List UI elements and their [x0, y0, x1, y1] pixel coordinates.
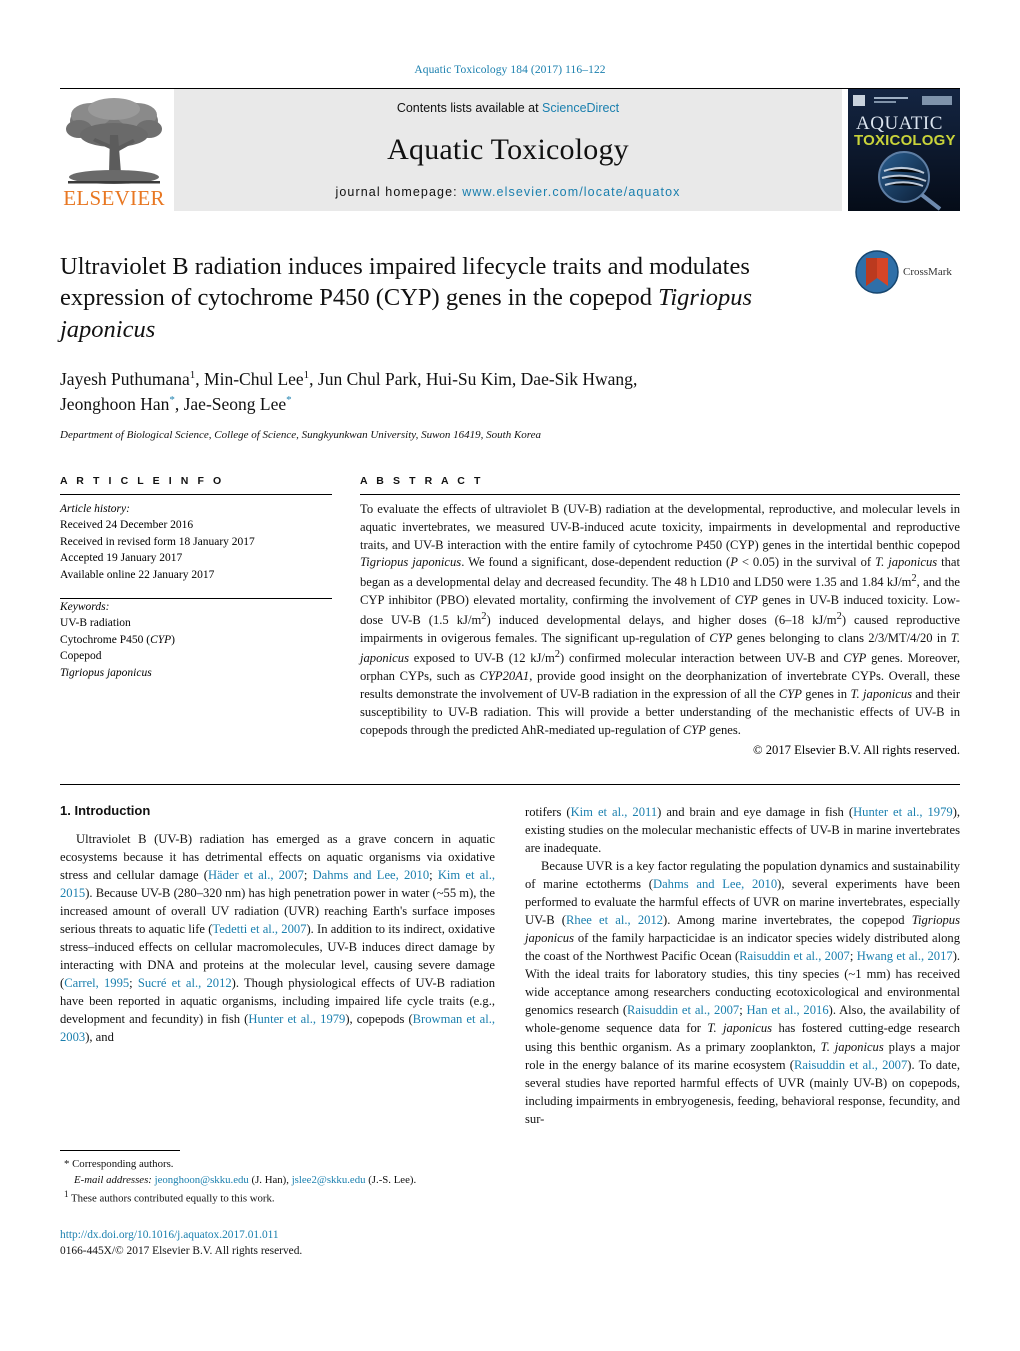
article-history-label: Article history: — [60, 502, 130, 515]
journal-masthead: ELSEVIER Contents lists available at Sci… — [60, 89, 960, 211]
crossmark-badge[interactable]: CrossMark — [855, 245, 960, 299]
svg-text:TOXICOLOGY: TOXICOLOGY — [854, 132, 956, 149]
issn-copyright: 0166-445X/© 2017 Elsevier B.V. All right… — [60, 1244, 303, 1257]
email-link-han[interactable]: jeonghoon@skku.edu — [155, 1174, 249, 1186]
body-columns: 1. Introduction Ultraviolet B (UV-B) rad… — [60, 803, 960, 1128]
abstract-text: To evaluate the effects of ultraviolet B… — [360, 501, 961, 737]
info-abstract-row: A R T I C L E I N F O Article history: R… — [60, 475, 960, 758]
article-history-line-1: Received in revised form 18 January 2017 — [60, 535, 255, 548]
elsevier-tree-icon — [66, 98, 162, 184]
footnote-rule — [60, 1150, 180, 1151]
footnote-corresponding: * Corresponding authors. — [60, 1157, 495, 1173]
footnote-emails: E-mail addresses: jeonghoon@skku.edu (J.… — [60, 1173, 495, 1189]
homepage-url-link[interactable]: www.elsevier.com/locate/aquatox — [462, 185, 680, 199]
journal-cover-art-icon: AQUATIC TOXICOLOGY — [848, 89, 960, 211]
masthead-center: Contents lists available at ScienceDirec… — [174, 89, 842, 211]
contents-prefix: Contents lists available at — [396, 101, 543, 115]
citation-raisuddin-2007-c[interactable]: Raisuddin et al., 2007 — [794, 1058, 907, 1072]
body-separator-rule — [60, 783, 960, 785]
author-2: Min-Chul Lee — [204, 369, 304, 390]
author-7: Jae-Seong Lee — [183, 393, 287, 414]
keywords-block: Keywords: UV-B radiation Cytochrome P450… — [60, 591, 332, 682]
journal-cover-thumbnail[interactable]: AQUATIC TOXICOLOGY — [848, 89, 960, 211]
footer-block: http://dx.doi.org/10.1016/j.aquatox.2017… — [60, 1228, 540, 1260]
article-info-rule — [60, 493, 332, 495]
article-info-heading: A R T I C L E I N F O — [60, 474, 225, 487]
citation-carrel-1995[interactable]: Carrel, 1995 — [64, 976, 129, 990]
citation-raisuddin-2007-b[interactable]: Raisuddin et al., 2007 — [627, 1003, 739, 1017]
article-history-line-0: Received 24 December 2016 — [60, 519, 194, 532]
keyword-1: Cytochrome P450 (CYP) — [60, 633, 176, 646]
author-7-corresponding-marker[interactable]: * — [286, 394, 292, 406]
affiliation: Department of Biological Science, Colleg… — [60, 428, 542, 441]
homepage-prefix: journal homepage: — [335, 185, 463, 199]
running-head: Aquatic Toxicology 184 (2017) 116–122 — [414, 64, 606, 76]
author-1-footnote-marker[interactable]: 1 — [190, 369, 196, 381]
citation-raisuddin-2007[interactable]: Raisuddin et al., 2007 — [739, 949, 850, 963]
article-history-line-2: Accepted 19 January 2017 — [60, 552, 183, 565]
footnote-email-label: E-mail addresses: — [74, 1173, 152, 1186]
intro-paragraph-1-cont: rotifers (Kim et al., 2011) and brain an… — [525, 804, 961, 855]
keywords-label: Keywords: — [60, 600, 110, 613]
citation-han-2016[interactable]: Han et al., 2016 — [747, 1003, 829, 1017]
contents-available-line: Contents lists available at ScienceDirec… — [397, 101, 619, 115]
citation-dahms-lee-2010[interactable]: Dahms and Lee, 2010 — [313, 868, 430, 882]
footnotes-block: * Corresponding authors. E-mail addresse… — [60, 1150, 495, 1208]
abstract-copyright: © 2017 Elsevier B.V. All rights reserved… — [753, 742, 960, 757]
footnote-corresponding-text: Corresponding authors. — [72, 1158, 174, 1170]
crossmark-icon — [855, 250, 899, 294]
citation-tedetti-2007[interactable]: Tedetti et al., 2007 — [212, 922, 306, 936]
email-owner-lee: (J.-S. Lee). — [368, 1173, 417, 1186]
intro-paragraph-2: Because UVR is a key factor regulating t… — [525, 858, 961, 1126]
body-column-right: rotifers (Kim et al., 2011) and brain an… — [525, 803, 960, 1128]
footnote-star-marker: * — [64, 1158, 70, 1170]
author-3: Jun Chul Park — [317, 369, 418, 390]
page-title: Ultraviolet B radiation induces impaired… — [60, 251, 830, 345]
keyword-3: Tigriopus japonicus — [60, 666, 152, 679]
author-6: Jeonghoon Han — [60, 393, 170, 414]
abstract-column: A B S T R A C T To evaluate the effects … — [360, 475, 960, 758]
citation-hunter-1979-b[interactable]: Hunter et al., 1979 — [853, 805, 953, 819]
email-owner-han: (J. Han), — [251, 1173, 289, 1186]
citation-kim-2011[interactable]: Kim et al., 2011 — [571, 805, 658, 819]
keywords-list: Keywords: UV-B radiation Cytochrome P450… — [60, 599, 332, 682]
body-column-left: 1. Introduction Ultraviolet B (UV-B) rad… — [60, 803, 495, 1128]
citation-rhee-2012[interactable]: Rhee et al., 2012 — [566, 913, 663, 927]
citation-hader-2007[interactable]: Häder et al., 2007 — [208, 868, 304, 882]
author-6-corresponding-marker[interactable]: * — [169, 394, 175, 406]
citation-sucre-2012[interactable]: Sucré et al., 2012 — [138, 976, 232, 990]
elsevier-logo[interactable]: ELSEVIER — [60, 89, 168, 211]
footnote-equal-contribution: 1 These authors contributed equally to t… — [60, 1188, 495, 1207]
abstract-rule — [360, 493, 960, 495]
title-main: Ultraviolet B radiation induces impaired… — [60, 253, 750, 312]
article-page: Aquatic Toxicology 184 (2017) 116–122 EL… — [0, 0, 1020, 1351]
doi-link[interactable]: http://dx.doi.org/10.1016/j.aquatox.2017… — [60, 1228, 540, 1244]
article-history: Article history: Received 24 December 20… — [60, 501, 332, 584]
citation-dahms-lee-2010-b[interactable]: Dahms and Lee, 2010 — [653, 877, 777, 891]
journal-homepage-line: journal homepage: www.elsevier.com/locat… — [335, 185, 680, 199]
keyword-2: Copepod — [60, 650, 102, 663]
crossmark-label: CrossMark — [903, 266, 952, 278]
title-block: Ultraviolet B radiation induces impaired… — [60, 250, 960, 441]
journal-title: Aquatic Toxicology — [387, 133, 629, 166]
author-4: Hui-Su Kim — [425, 369, 512, 390]
email-link-lee[interactable]: jslee2@skku.edu — [292, 1174, 366, 1186]
elsevier-wordmark: ELSEVIER — [63, 186, 165, 210]
author-5: Dae-Sik Hwang — [520, 369, 633, 390]
keyword-0: UV-B radiation — [60, 617, 131, 630]
article-history-line-3: Available online 22 January 2017 — [60, 568, 215, 581]
article-info-column: A R T I C L E I N F O Article history: R… — [60, 475, 332, 758]
citation-hunter-1979[interactable]: Hunter et al., 1979 — [248, 1012, 345, 1026]
section-heading-introduction: 1. Introduction — [60, 802, 151, 818]
sciencedirect-link[interactable]: ScienceDirect — [542, 101, 619, 115]
author-1: Jayesh Puthumana — [60, 369, 190, 390]
footnote-equal-text: These authors contributed equally to thi… — [71, 1192, 275, 1205]
intro-paragraph-1: Ultraviolet B (UV-B) radiation has emerg… — [60, 831, 496, 1045]
citation-hwang-2017[interactable]: Hwang et al., 2017 — [857, 949, 953, 963]
author-2-footnote-marker[interactable]: 1 — [304, 369, 310, 381]
author-list: Jayesh Puthumana1, Min-Chul Lee1, Jun Ch… — [60, 369, 638, 414]
abstract-heading: A B S T R A C T — [360, 474, 484, 487]
footnote-one-marker: 1 — [64, 1189, 69, 1200]
svg-text:AQUATIC: AQUATIC — [856, 113, 943, 134]
